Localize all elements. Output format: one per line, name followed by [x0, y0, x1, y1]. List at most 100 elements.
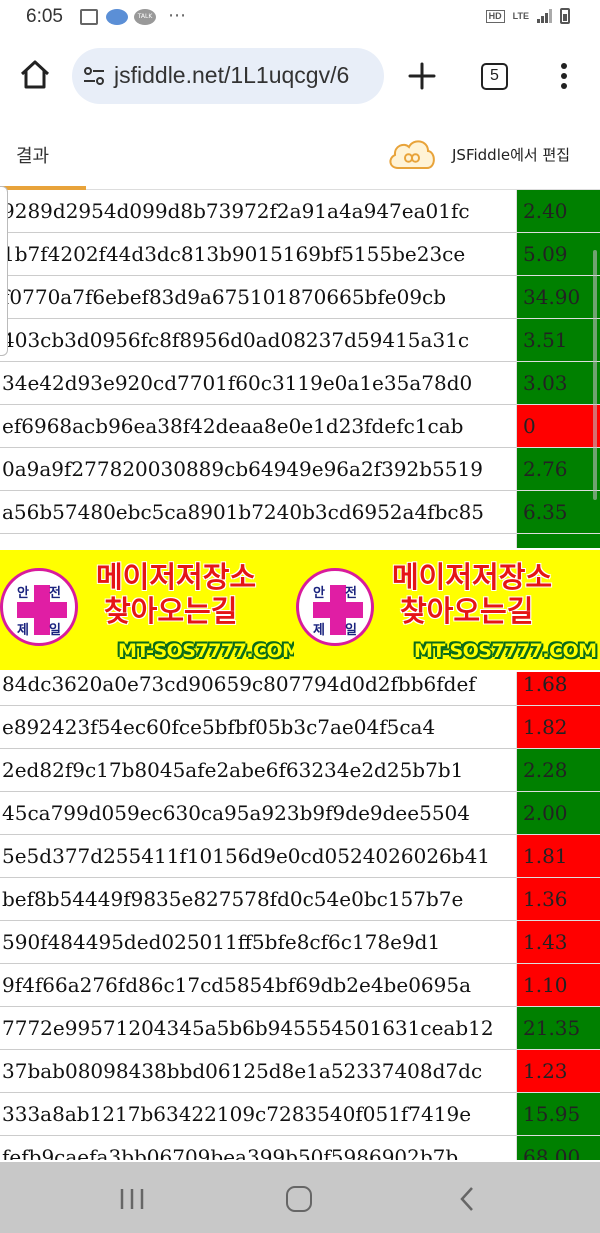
- odds-cell: 21.35: [516, 1007, 600, 1050]
- image-notification-icon: [80, 9, 98, 25]
- jsfiddle-logo-icon[interactable]: [386, 134, 438, 174]
- table-row: 9289d2954d099d8b73972f2a91a4a947ea01fc 2.…: [0, 190, 600, 233]
- ad-url[interactable]: MT-SOS7777.COM: [118, 640, 301, 662]
- ad-unit[interactable]: 안 전 제 일 메이저저장소 찾아오는길 MT-SOS7777.COM: [294, 550, 600, 670]
- odds-cell: 1.23: [516, 1050, 600, 1093]
- tab-result[interactable]: 결과: [0, 116, 86, 190]
- hash-cell: 333a8ab1217b63422109c7283540f051f7419e: [0, 1093, 516, 1136]
- tab-result-label: 결과: [16, 146, 50, 167]
- odds-cell: 2.28: [516, 749, 600, 792]
- ad-url[interactable]: MT-SOS7777.COM: [414, 640, 597, 662]
- safety-badge-icon: 안 전제 일: [0, 568, 78, 646]
- table-row: 403cb3d0956fc8f8956d0ad08237d59415a31c 3.…: [0, 319, 600, 362]
- odds-cell: 3.03: [516, 362, 600, 405]
- badge-char: 일: [49, 623, 61, 638]
- hash-cell: 590f484495ded025011ff5bfe8cf6c178e9d1: [0, 921, 516, 964]
- badge-char: 일: [345, 623, 357, 638]
- odds-cell: 3.51: [516, 319, 600, 362]
- side-panel-handle[interactable]: [0, 186, 8, 356]
- recent-apps-icon[interactable]: [118, 1188, 146, 1210]
- hash-cell: 37bab08098438bbd06125d8e1a52337408d7dc: [0, 1050, 516, 1093]
- system-nav-bar: [0, 1162, 600, 1233]
- browser-toolbar: jsfiddle.net/1L1uqcgv/6 5: [0, 36, 600, 116]
- hash-cell: f0770a7f6ebef83d9a675101870665bfe09cb: [0, 276, 516, 319]
- badge-char: 안: [313, 586, 325, 601]
- safety-badge-icon: 안 전제 일: [296, 568, 374, 646]
- odds-cell: 0: [516, 405, 600, 448]
- odds-cell: 34.90: [516, 276, 600, 319]
- odds-cell: 1.82: [516, 706, 600, 749]
- table-row: ef6968acb96ea38f42deaa8e0e1d23fdefc1cab 0: [0, 405, 600, 448]
- ad-unit[interactable]: 안 전 제 일 메이저저장소 찾아오는길 MT-SOS7777.COM: [0, 550, 318, 670]
- table-row: a56b57480ebc5ca8901b7240b3cd6952a4fbc85 6…: [0, 491, 600, 534]
- message-notification-icon: [106, 9, 128, 25]
- hash-cell: 2ed82f9c17b8045afe2abe6f63234e2d25b7b1: [0, 749, 516, 792]
- hash-cell: 0a9a9f277820030889cb64949e96a2f392b5519: [0, 448, 516, 491]
- tab-switcher-button[interactable]: 5: [481, 63, 508, 90]
- hash-cell: fefb9caefa3bb06709bea399b50f5986902b7b: [0, 1136, 516, 1160]
- banner-ad[interactable]: 안 전 제 일 메이저저장소 찾아오는길 MT-SOS7777.COM 안 전 제 일 메이저저장소 찾…: [0, 548, 600, 672]
- hash-cell: a56b57480ebc5ca8901b7240b3cd6952a4fbc85: [0, 491, 516, 534]
- table-row: 45ca799d059ec630ca95a923b9f9de9dee5504 2.…: [0, 792, 600, 835]
- odds-cell: 1.43: [516, 921, 600, 964]
- badge-char: 제: [17, 623, 29, 638]
- cross-icon: [313, 602, 363, 618]
- hash-cell: 403cb3d0956fc8f8956d0ad08237d59415a31c: [0, 319, 516, 362]
- more-notifications-icon: ⋯: [168, 5, 187, 26]
- table-row: bef8b54449f9835e827578fd0c54e0bc157b7e 1.…: [0, 878, 600, 921]
- back-icon[interactable]: [458, 1186, 476, 1212]
- site-settings-icon[interactable]: [82, 64, 106, 88]
- hash-cell: 9289d2954d099d8b73972f2a91a4a947ea01fc: [0, 190, 516, 233]
- table-row: 9f4f66a276fd86c17cd5854bf69db2e4be0695a 1…: [0, 964, 600, 1007]
- odds-cell: 2.00: [516, 792, 600, 835]
- odds-cell: 15.95: [516, 1093, 600, 1136]
- home-nav-icon[interactable]: [286, 1186, 312, 1212]
- jsfiddle-header: 결과 JSFiddle에서 편집: [0, 116, 600, 190]
- table-row: 7772e99571204345a5b6b945554501631ceab12 2…: [0, 1007, 600, 1050]
- url-text[interactable]: jsfiddle.net/1L1uqcgv/6: [114, 62, 349, 89]
- table-row: 1b7f4202f44d3dc813b9015169bf5155be23ce 5.…: [0, 233, 600, 276]
- talk-notification-icon: TALK: [134, 9, 156, 25]
- table-row: 37bab08098438bbd06125d8e1a52337408d7dc 1.…: [0, 1050, 600, 1093]
- badge-char: 전: [345, 586, 357, 601]
- table-row: 0a9a9f277820030889cb64949e96a2f392b5519 2…: [0, 448, 600, 491]
- ad-subtitle: 찾아오는길: [400, 594, 534, 628]
- table-row: e892423f54ec60fce5bfbf05b3c7ae04f5ca4 1.8…: [0, 706, 600, 749]
- table-row: f0770a7f6ebef83d9a675101870665bfe09cb 34.…: [0, 276, 600, 319]
- hd-voice-icon: HD: [485, 9, 505, 23]
- ad-subtitle: 찾아오는길: [104, 594, 238, 628]
- status-indicators: HD LTE: [485, 8, 570, 24]
- table-row: 2ed82f9c17b8045afe2abe6f63234e2d25b7b1 2.…: [0, 749, 600, 792]
- table-row: 590f484495ded025011ff5bfe8cf6c178e9d1 1.4…: [0, 921, 600, 964]
- hash-cell: 1b7f4202f44d3dc813b9015169bf5155be23ce: [0, 233, 516, 276]
- hash-cell: 34e42d93e920cd7701f60c3119e0a1e35a78d0: [0, 362, 516, 405]
- scrollbar[interactable]: [593, 250, 597, 500]
- odds-cell: 2.40: [516, 190, 600, 233]
- battery-icon: [560, 8, 570, 24]
- hash-cell: bef8b54449f9835e827578fd0c54e0bc157b7e: [0, 878, 516, 921]
- edit-in-jsfiddle-link[interactable]: JSFiddle에서 편집: [452, 144, 570, 165]
- home-icon[interactable]: [18, 58, 52, 92]
- hash-cell: 45ca799d059ec630ca95a923b9f9de9dee5504: [0, 792, 516, 835]
- odds-cell: 1.81: [516, 835, 600, 878]
- hash-cell: ef6968acb96ea38f42deaa8e0e1d23fdefc1cab: [0, 405, 516, 448]
- hash-cell: 5e5d377d255411f10156d9e0cd0524026026b41: [0, 835, 516, 878]
- lte-icon: LTE: [512, 10, 529, 21]
- odds-cell: 2.76: [516, 448, 600, 491]
- table-row: 333a8ab1217b63422109c7283540f051f7419e 15…: [0, 1093, 600, 1136]
- more-menu-icon[interactable]: [552, 58, 576, 94]
- signal-icon: [537, 9, 552, 23]
- cross-icon: [17, 602, 67, 618]
- status-bar: 6:05 TALK ⋯ HD LTE: [0, 0, 600, 36]
- address-bar[interactable]: jsfiddle.net/1L1uqcgv/6: [72, 48, 384, 104]
- results-table: 9289d2954d099d8b73972f2a91a4a947ea01fc 2.…: [0, 190, 600, 1160]
- table-row: 34e42d93e920cd7701f60c3119e0a1e35a78d0 3.…: [0, 362, 600, 405]
- new-tab-icon[interactable]: [404, 58, 440, 94]
- status-time: 6:05: [26, 6, 63, 27]
- odds-cell: 1.36: [516, 878, 600, 921]
- hash-cell: 7772e99571204345a5b6b945554501631ceab12: [0, 1007, 516, 1050]
- badge-char: 안: [17, 586, 29, 601]
- badge-char: 제: [313, 623, 325, 638]
- hash-cell: e892423f54ec60fce5bfbf05b3c7ae04f5ca4: [0, 706, 516, 749]
- table-body: 9289d2954d099d8b73972f2a91a4a947ea01fc 2.…: [0, 190, 600, 1160]
